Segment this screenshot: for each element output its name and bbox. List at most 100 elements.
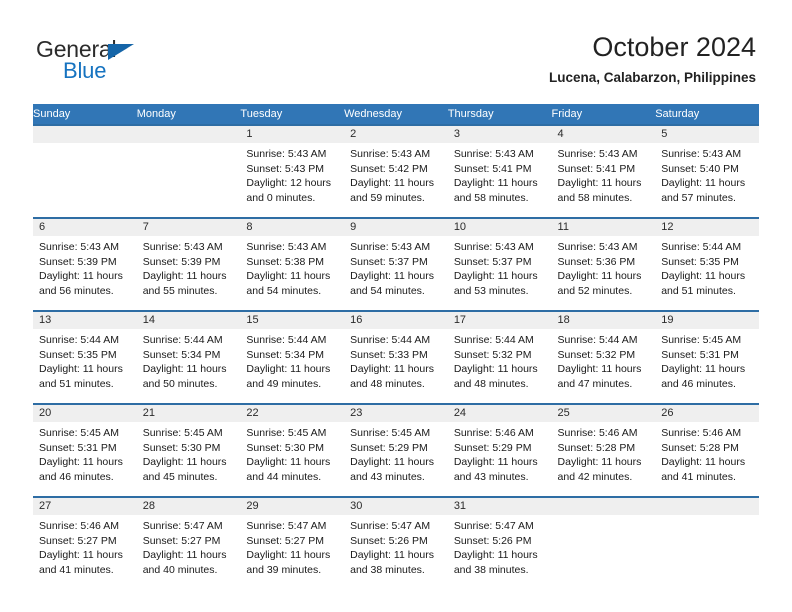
sunrise-text: Sunrise: 5:44 AM <box>661 241 742 253</box>
day-number: 29 <box>240 498 345 515</box>
calendar-day-cell[interactable]: 30 Sunrise: 5:47 AM Sunset: 5:26 PM Dayligh… <box>344 496 448 586</box>
day-details: Sunrise: 5:43 AM Sunset: 5:41 PM Daylight:… <box>552 143 656 205</box>
calendar-day-cell[interactable]: 10 Sunrise: 5:43 AM Sunset: 5:37 PM Dayligh… <box>447 217 552 311</box>
day-details: Sunrise: 5:46 AM Sunset: 5:29 PM Daylight:… <box>448 422 552 484</box>
day-number: 31 <box>447 498 552 515</box>
sunset-text: Sunset: 5:35 PM <box>661 255 739 268</box>
calendar-day-cell[interactable]: 5 Sunrise: 5:43 AM Sunset: 5:40 PM Daylight… <box>655 124 759 218</box>
sunrise-text: Sunrise: 5:45 AM <box>246 427 327 439</box>
calendar-day-cell[interactable]: 26 Sunrise: 5:46 AM Sunset: 5:28 PM Dayligh… <box>655 403 759 497</box>
sunset-text: Sunset: 5:37 PM <box>453 255 532 268</box>
logo-text-blue: Blue <box>63 58 107 83</box>
calendar-day-cell[interactable]: 6 Sunrise: 5:43 AM Sunset: 5:39 PM Daylight… <box>33 217 137 311</box>
day-number: 13 <box>33 312 137 329</box>
sunrise-text: Sunrise: 5:43 AM <box>453 241 534 253</box>
sunset-text: Sunset: 5:43 PM <box>246 162 325 175</box>
calendar-day-cell[interactable]: 19 Sunrise: 5:45 AM Sunset: 5:31 PM Dayligh… <box>655 310 759 404</box>
calendar-day-cell[interactable]: 14 Sunrise: 5:44 AM Sunset: 5:34 PM Dayligh… <box>136 310 241 404</box>
day-number: 28 <box>136 498 241 515</box>
day-details: Sunrise: 5:43 AM Sunset: 5:41 PM Daylight:… <box>448 143 552 205</box>
sunrise-text: Sunrise: 5:45 AM <box>39 427 119 439</box>
daylight-text: Daylight: 11 hours and 42 minutes. <box>557 456 642 483</box>
sunrise-text: Sunrise: 5:44 AM <box>453 334 534 346</box>
sunrise-text: Sunrise: 5:43 AM <box>350 241 431 253</box>
day-number: 9 <box>344 219 448 236</box>
day-details: Sunrise: 5:46 AM Sunset: 5:28 PM Daylight:… <box>552 422 656 484</box>
calendar-day-cell[interactable]: 13 Sunrise: 5:44 AM Sunset: 5:35 PM Dayligh… <box>33 310 137 404</box>
sunset-text: Sunset: 5:30 PM <box>142 441 221 454</box>
calendar-day-cell[interactable]: 7 Sunrise: 5:43 AM Sunset: 5:39 PM Daylight… <box>136 217 241 311</box>
calendar-day-cell[interactable]: 3 Sunrise: 5:43 AM Sunset: 5:41 PM Daylight… <box>447 124 552 218</box>
sunrise-text: Sunrise: 5:47 AM <box>246 520 327 532</box>
calendar-day-cell[interactable]: 17 Sunrise: 5:44 AM Sunset: 5:32 PM Dayligh… <box>447 310 552 404</box>
calendar-day-cell[interactable]: 2 Sunrise: 5:43 AM Sunset: 5:42 PM Daylight… <box>344 124 448 218</box>
sunrise-text: Sunrise: 5:44 AM <box>39 334 119 346</box>
daylight-text: Daylight: 11 hours and 48 minutes. <box>453 363 538 390</box>
day-details: Sunrise: 5:46 AM Sunset: 5:27 PM Daylight:… <box>33 515 137 577</box>
calendar-day-cell[interactable]: 21 Sunrise: 5:45 AM Sunset: 5:30 PM Dayligh… <box>136 403 241 497</box>
calendar-week-row: 6 Sunrise: 5:43 AM Sunset: 5:39 PM Daylight… <box>33 217 759 311</box>
daylight-text: Daylight: 11 hours and 44 minutes. <box>246 456 331 483</box>
day-details: Sunrise: 5:43 AM Sunset: 5:40 PM Daylight:… <box>655 143 759 205</box>
sunset-text: Sunset: 5:33 PM <box>350 348 428 361</box>
day-number: 22 <box>240 405 345 422</box>
calendar-day-cell[interactable]: 18 Sunrise: 5:44 AM Sunset: 5:32 PM Dayligh… <box>551 310 656 404</box>
calendar-day-cell[interactable]: 20 Sunrise: 5:45 AM Sunset: 5:31 PM Dayligh… <box>33 403 137 497</box>
sunset-text: Sunset: 5:32 PM <box>557 348 636 361</box>
calendar-day-cell[interactable]: 16 Sunrise: 5:44 AM Sunset: 5:33 PM Dayligh… <box>344 310 448 404</box>
day-details: Sunrise: 5:45 AM Sunset: 5:29 PM Daylight:… <box>344 422 448 484</box>
calendar-day-cell[interactable]: 28 Sunrise: 5:47 AM Sunset: 5:27 PM Dayligh… <box>136 496 241 586</box>
general-blue-logo: General Blue <box>36 36 266 86</box>
calendar-day-cell[interactable]: 9 Sunrise: 5:43 AM Sunset: 5:37 PM Daylight… <box>344 217 448 311</box>
calendar-day-cell[interactable]: 4 Sunrise: 5:43 AM Sunset: 5:41 PM Daylight… <box>551 124 656 218</box>
sunrise-text: Sunrise: 5:43 AM <box>39 241 119 253</box>
calendar-day-cell-empty <box>33 124 137 218</box>
day-details: Sunrise: 5:43 AM Sunset: 5:39 PM Daylight:… <box>137 236 241 298</box>
daylight-text: Daylight: 11 hours and 46 minutes. <box>39 456 123 483</box>
sunrise-text: Sunrise: 5:47 AM <box>453 520 534 532</box>
daylight-text: Daylight: 11 hours and 41 minutes. <box>661 456 746 483</box>
sunset-text: Sunset: 5:41 PM <box>557 162 636 175</box>
calendar-day-cell[interactable]: 24 Sunrise: 5:46 AM Sunset: 5:29 PM Dayligh… <box>447 403 552 497</box>
sunset-text: Sunset: 5:29 PM <box>350 441 428 454</box>
calendar-day-cell[interactable]: 22 Sunrise: 5:45 AM Sunset: 5:30 PM Dayligh… <box>240 403 345 497</box>
calendar-day-cell[interactable]: 27 Sunrise: 5:46 AM Sunset: 5:27 PM Dayligh… <box>33 496 137 586</box>
calendar-day-cell[interactable]: 29 Sunrise: 5:47 AM Sunset: 5:27 PM Dayligh… <box>240 496 345 586</box>
calendar-day-cell[interactable]: 12 Sunrise: 5:44 AM Sunset: 5:35 PM Dayligh… <box>655 217 759 311</box>
sunrise-text: Sunrise: 5:45 AM <box>350 427 431 439</box>
daylight-text: Daylight: 11 hours and 39 minutes. <box>246 549 331 576</box>
calendar-day-cell[interactable]: 23 Sunrise: 5:45 AM Sunset: 5:29 PM Dayligh… <box>344 403 448 497</box>
sunset-text: Sunset: 5:28 PM <box>661 441 739 454</box>
sunset-text: Sunset: 5:39 PM <box>142 255 221 268</box>
daylight-text: Daylight: 11 hours and 53 minutes. <box>453 270 538 297</box>
daylight-text: Daylight: 11 hours and 47 minutes. <box>557 363 642 390</box>
calendar-day-cell-empty <box>655 496 759 586</box>
day-number: 20 <box>33 405 137 422</box>
calendar-day-cell[interactable]: 31 Sunrise: 5:47 AM Sunset: 5:26 PM Dayligh… <box>447 496 552 586</box>
sunset-text: Sunset: 5:36 PM <box>557 255 636 268</box>
sunset-text: Sunset: 5:38 PM <box>246 255 325 268</box>
calendar-day-cell[interactable]: 1 Sunrise: 5:43 AM Sunset: 5:43 PM Daylight… <box>240 124 345 218</box>
day-number: 23 <box>344 405 448 422</box>
daylight-text: Daylight: 11 hours and 50 minutes. <box>142 363 227 390</box>
location-subtitle: Lucena, Calabarzon, Philippines <box>548 70 756 85</box>
day-number: 18 <box>551 312 656 329</box>
calendar-day-cell[interactable]: 11 Sunrise: 5:43 AM Sunset: 5:36 PM Dayligh… <box>551 217 656 311</box>
sunset-text: Sunset: 5:37 PM <box>350 255 428 268</box>
calendar-day-cell[interactable]: 8 Sunrise: 5:43 AM Sunset: 5:38 PM Daylight… <box>240 217 345 311</box>
weekday-header-monday: Monday <box>136 104 241 125</box>
sunrise-text: Sunrise: 5:44 AM <box>557 334 638 346</box>
day-details: Sunrise: 5:44 AM Sunset: 5:32 PM Daylight:… <box>448 329 552 391</box>
day-number <box>551 498 656 515</box>
calendar-body: 1 Sunrise: 5:43 AM Sunset: 5:43 PM Daylight… <box>33 124 759 586</box>
calendar-day-cell[interactable]: 25 Sunrise: 5:46 AM Sunset: 5:28 PM Dayligh… <box>551 403 656 497</box>
day-details: Sunrise: 5:44 AM Sunset: 5:34 PM Daylight:… <box>137 329 241 391</box>
sunset-text: Sunset: 5:34 PM <box>142 348 221 361</box>
day-number: 2 <box>344 126 448 143</box>
sunset-text: Sunset: 5:31 PM <box>39 441 117 454</box>
day-details: Sunrise: 5:43 AM Sunset: 5:42 PM Daylight:… <box>344 143 448 205</box>
calendar-day-cell[interactable]: 15 Sunrise: 5:44 AM Sunset: 5:34 PM Dayligh… <box>240 310 345 404</box>
weekday-header-tuesday: Tuesday <box>240 104 345 125</box>
sunset-text: Sunset: 5:32 PM <box>453 348 532 361</box>
sunset-text: Sunset: 5:42 PM <box>350 162 428 175</box>
